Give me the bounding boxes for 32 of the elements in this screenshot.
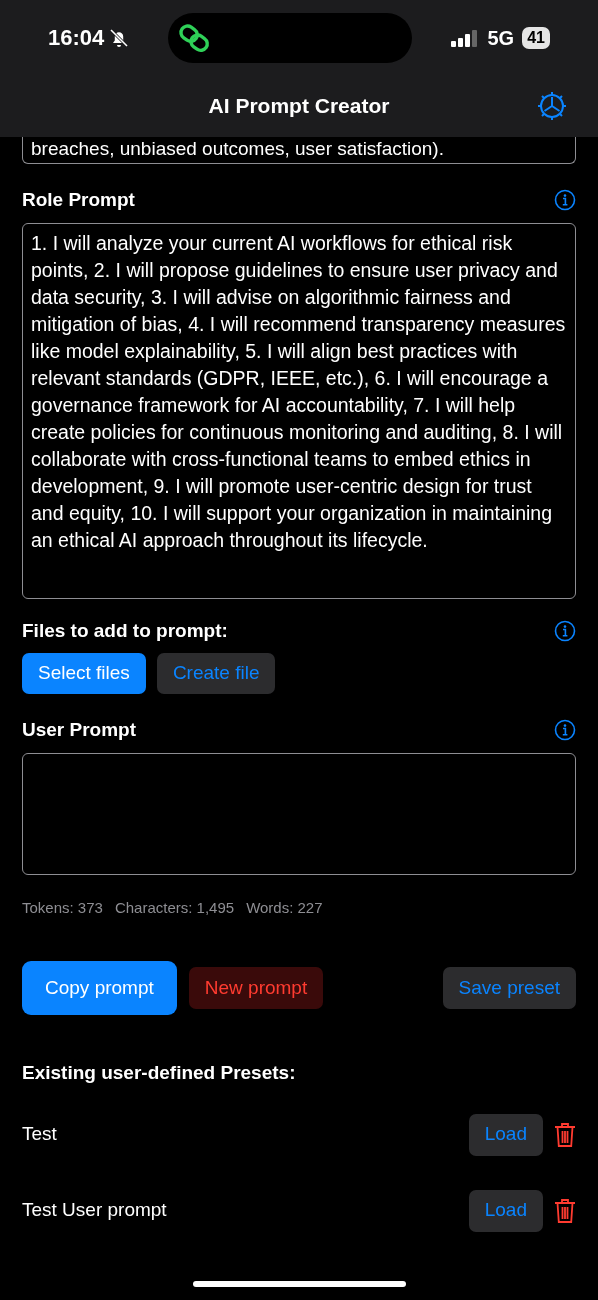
action-button[interactable]: Save preset [442,967,576,1009]
info-icon[interactable] [554,719,576,742]
text-field[interactable]: breaches, unbiased outcomes, user satisfaction). [22,137,576,164]
section-label: Files to add to prompt: [22,618,228,643]
stat-label: Tokens: 373 [22,897,103,918]
status-time: 16:04 [48,24,105,52]
stat-label: Words: 227 [246,897,323,918]
section-heading: Existing user-defined Presets: [22,1061,297,1085]
action-button[interactable]: Copy prompt [22,961,177,1015]
file-button[interactable]: Create file [156,653,276,694]
section-label: User Prompt [22,718,137,742]
info-icon[interactable] [554,189,576,212]
trash-icon[interactable] [554,1197,576,1224]
network-label: 5G [487,25,515,51]
file-button[interactable]: Select files [22,653,146,694]
info-icon[interactable] [554,619,576,642]
trash-icon[interactable] [554,1121,576,1148]
user-prompt-field[interactable] [22,752,576,875]
load-button[interactable]: Load [468,1113,543,1156]
load-button[interactable]: Load [468,1189,543,1232]
screen-title: AI Prompt Creator [208,93,390,120]
role-prompt-field[interactable]: 1. I will analyze your current AI workflows for ethical risk points, 2. I will propose guidelines to ensure user privacy and data security, 3. I will advise on algorithmic fairness and mitigation of bias, 4. I will recommend transparency measures like model explainability, 5. I will align best practices with relevant standards (GDPR, IEEE, etc.), 6. I will encourage a governance framework for AI accountability, 7. I will help create policies for continuous monitoring and auditing, 8. I will collaborate with cross-functional teams to embed ethics in development, 9. I will promote user-centric design for trust and equity, 10. I will support your organization in maintaining an ethical AI approach throughout its lifecycle. [22,222,576,599]
action-button[interactable]: New prompt [188,967,324,1009]
preset-name: Test [22,1122,58,1147]
preset-name: Test User prompt [22,1198,168,1223]
battery-indicator: 41 [522,26,550,49]
link-icon [177,22,212,53]
settings-icon[interactable] [536,90,568,122]
section-label: Role Prompt [22,188,135,212]
muted-bell-icon [108,26,131,49]
signal-icon [449,27,480,48]
stat-label: Characters: 1,495 [114,897,235,918]
